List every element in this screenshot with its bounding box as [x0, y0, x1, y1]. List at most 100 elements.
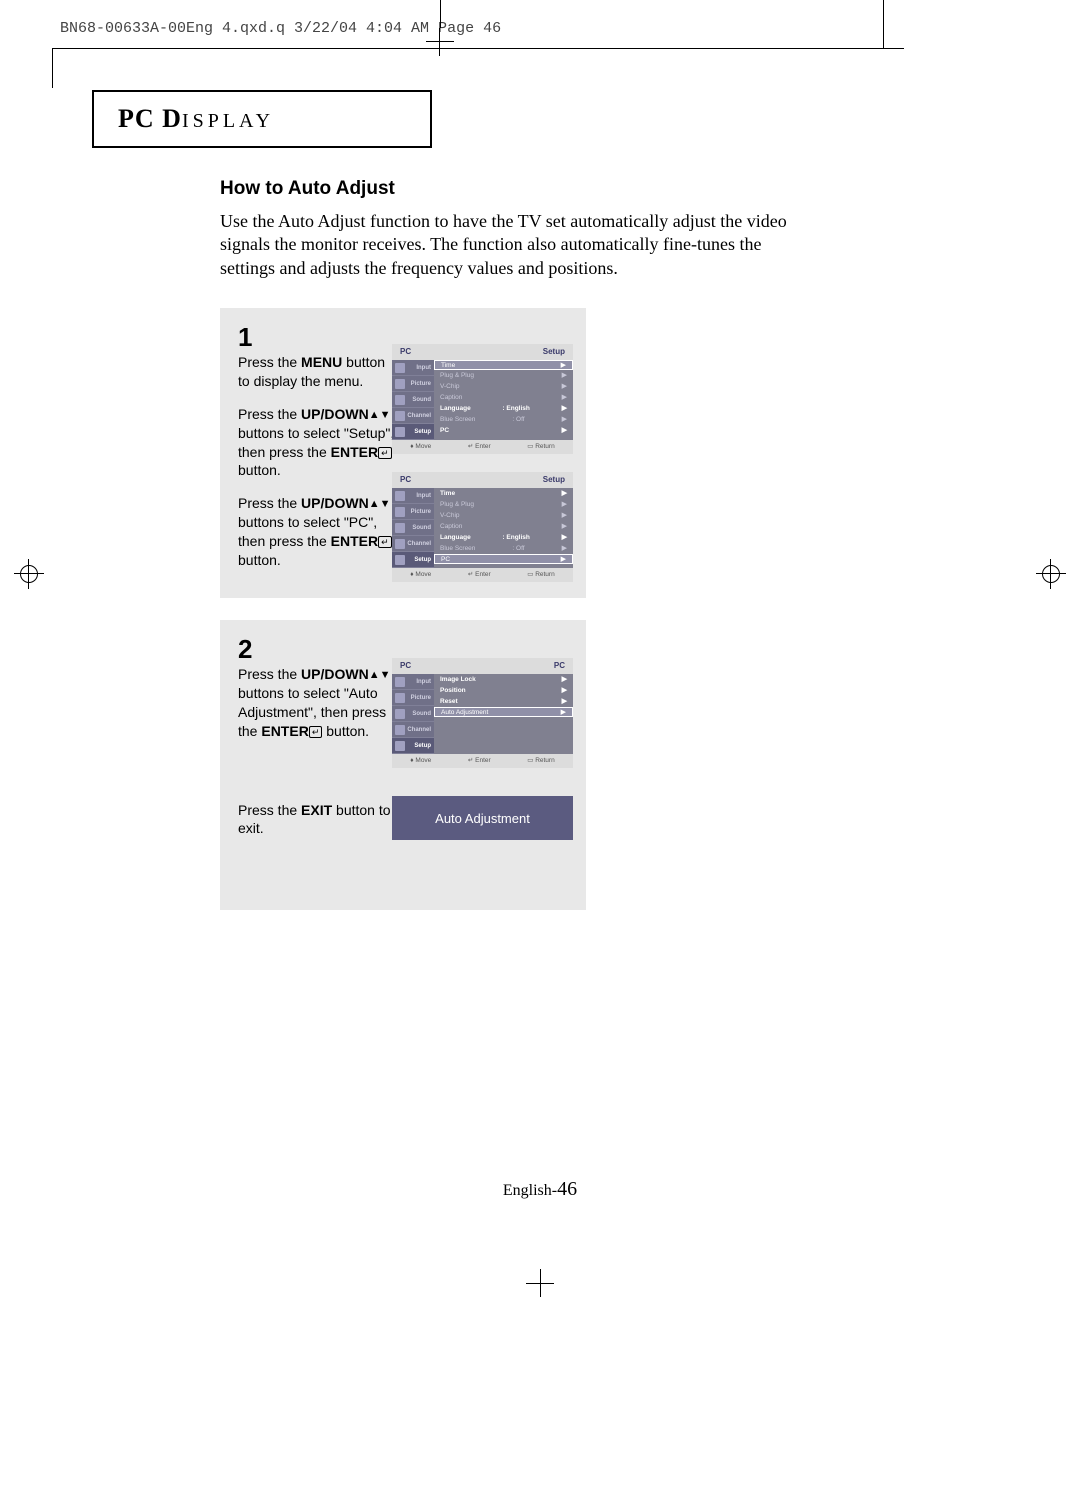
updown-label: UP/DOWN — [301, 666, 369, 682]
chevron-right-icon: ▶ — [562, 392, 567, 403]
sidebar-label: Input — [416, 679, 431, 685]
sidebar-icon — [395, 395, 405, 405]
sidebar-label: Input — [416, 493, 431, 499]
sidebar-icon — [395, 363, 405, 373]
osd-header: PCPC — [392, 658, 573, 674]
osd-row: Caption ▶ — [434, 521, 573, 532]
osd-title-right: PC — [554, 658, 565, 674]
chevron-right-icon: ▶ — [562, 381, 567, 392]
chevron-right-icon: ▶ — [562, 685, 567, 696]
osd-row: Blue Screen: Off▶ — [434, 543, 573, 554]
text: Press the — [238, 666, 301, 682]
osd-row: Language: English▶ — [434, 532, 573, 543]
osd-sidebar-item: Setup — [392, 424, 434, 440]
osd-main: Image Lock▶Position▶Reset▶Auto Adjustmen… — [434, 674, 573, 754]
osd-row-label: Image Lock — [440, 674, 476, 685]
footer-return: Return — [535, 571, 555, 578]
sidebar-label: Setup — [414, 743, 431, 749]
footer-lang: English- — [503, 1182, 557, 1199]
menu-button-label: MENU — [301, 354, 342, 370]
enter-icon: ↵ — [468, 571, 473, 578]
chevron-right-icon: ▶ — [562, 510, 567, 521]
enter-icon: ↵ — [309, 726, 323, 738]
osd-row-label: V-Chip — [440, 381, 460, 392]
osd-row-label: V-Chip — [440, 510, 460, 521]
osd-row-value: : Off — [512, 543, 524, 554]
footer-move: Move — [415, 443, 431, 450]
footer-move: Move — [415, 757, 431, 764]
text: button. — [322, 723, 369, 739]
updown-icon: ♦ — [410, 443, 413, 450]
subtitle: How to Auto Adjust — [220, 178, 395, 200]
exit-label: EXIT — [301, 802, 332, 818]
sidebar-label: Picture — [411, 695, 431, 701]
chevron-right-icon: ▶ — [562, 521, 567, 532]
osd-row-label: Caption — [440, 392, 462, 403]
enter-label: ENTER — [331, 533, 378, 549]
osd-footer: ♦ Move↵ Enter▭ Return — [392, 754, 573, 768]
osd-row: Image Lock ▶ — [434, 674, 573, 685]
chevron-right-icon: ▶ — [562, 696, 567, 707]
enter-icon: ↵ — [378, 447, 392, 459]
osd-sidebar-item: Sound — [392, 520, 434, 536]
osd-row-label: Position — [440, 685, 466, 696]
sidebar-icon — [395, 725, 405, 735]
osd-header: PC Setup — [392, 344, 573, 360]
osd-title-right: Setup — [543, 344, 565, 360]
osd-footer: ♦ Move↵ Enter▭ Return — [392, 440, 573, 454]
sidebar-icon — [395, 555, 405, 565]
osd-row-value: : English — [502, 403, 529, 414]
enter-label: ENTER — [261, 723, 308, 739]
text: Press the — [238, 406, 301, 422]
sidebar-label: Picture — [411, 381, 431, 387]
footer-move: Move — [415, 571, 431, 578]
registration-mark-left — [20, 565, 38, 583]
chevron-right-icon: ▶ — [562, 425, 567, 436]
osd-sidebar-item: Setup — [392, 738, 434, 754]
osd-row: Time▶ — [434, 488, 573, 499]
section-title-caps: ISPLAY — [182, 110, 274, 132]
down-arrow-icon: ▼ — [380, 497, 391, 512]
osd-row: V-Chip ▶ — [434, 510, 573, 521]
chevron-right-icon: ▶ — [562, 370, 567, 381]
enter-icon: ↵ — [468, 757, 473, 764]
osd-row: V-Chip ▶ — [434, 381, 573, 392]
osd-title-left: PC — [400, 344, 411, 360]
osd-row-label: Time — [441, 361, 455, 369]
osd-row: Time ▶ — [434, 360, 573, 370]
sidebar-icon — [395, 411, 405, 421]
chevron-right-icon: ▶ — [561, 708, 566, 716]
chevron-right-icon: ▶ — [561, 361, 566, 369]
updown-icon: ♦ — [410, 571, 413, 578]
osd-row-value: : Off — [512, 414, 524, 425]
footer-enter: Enter — [475, 757, 491, 764]
osd-row-label: Time — [440, 488, 455, 499]
osd-row-label: Plug & Plug — [440, 499, 474, 510]
return-icon: ▭ — [527, 571, 533, 578]
osd-row-value: : English — [502, 532, 529, 543]
updown-icon: ♦ — [410, 757, 413, 764]
sidebar-label: Picture — [411, 509, 431, 515]
chevron-right-icon: ▶ — [562, 532, 567, 543]
osd-row-label: Blue Screen — [440, 543, 475, 554]
chevron-right-icon: ▶ — [562, 674, 567, 685]
enter-icon: ↵ — [378, 536, 392, 548]
sidebar-icon — [395, 427, 405, 437]
osd-sidebar-item: Picture — [392, 504, 434, 520]
sidebar-label: Channel — [407, 727, 431, 733]
osd-row: Language: English▶ — [434, 403, 573, 414]
step-instructions: Press the UP/DOWN▲▼ buttons to select "A… — [238, 665, 398, 838]
sidebar-label: Channel — [407, 413, 431, 419]
sidebar-label: Sound — [412, 711, 431, 717]
sidebar-label: Setup — [414, 429, 431, 435]
up-arrow-icon: ▲ — [369, 497, 380, 512]
osd-sidebar: InputPictureSoundChannelSetup — [392, 360, 434, 440]
text: button. — [238, 552, 281, 568]
return-icon: ▭ — [527, 443, 533, 450]
osd-row: PC▶ — [434, 554, 573, 564]
osd-sidebar-item: Picture — [392, 376, 434, 392]
osd-title-left: PC — [400, 472, 411, 488]
sidebar-icon — [395, 507, 405, 517]
osd-sidebar-item: Sound — [392, 392, 434, 408]
osd-row-label: Caption — [440, 521, 462, 532]
